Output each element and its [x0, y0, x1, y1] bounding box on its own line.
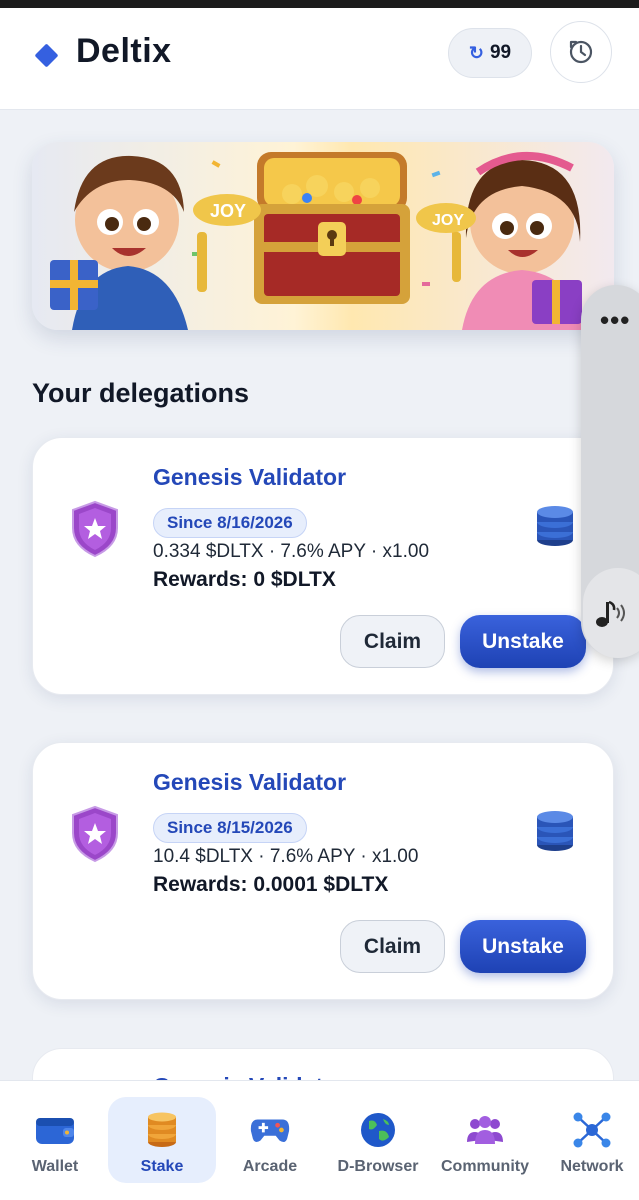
- coin-stack-icon: [535, 809, 575, 858]
- unstake-button[interactable]: Unstake: [460, 615, 586, 668]
- stake-details: 10.4 $DLTX · 7.6% APY · x1.00: [153, 846, 419, 867]
- gamepad-icon: [250, 1111, 290, 1149]
- globe-icon: [358, 1111, 398, 1149]
- since-badge: Since 8/16/2026: [153, 508, 307, 538]
- nav-label: D-Browser: [337, 1158, 419, 1175]
- nav-label: Network: [560, 1158, 624, 1175]
- rewards-text: Rewards: 0.0001 $DLTX: [153, 873, 389, 896]
- history-icon: [569, 40, 593, 64]
- audio-toggle-button[interactable]: [583, 568, 639, 658]
- more-options-icon[interactable]: •••: [600, 305, 630, 336]
- validator-shield-icon: [69, 805, 121, 868]
- network-icon: [572, 1111, 612, 1149]
- nav-label: Wallet: [31, 1158, 79, 1175]
- diamond-logo-icon: [34, 43, 59, 68]
- delegation-card: Genesis Validator Since 8/16/2026 0.334 …: [32, 437, 614, 695]
- refresh-icon: ↻: [468, 42, 484, 63]
- delegation-card: Genesis Validator Since 8/15/2026 10.4 $…: [32, 742, 614, 1000]
- unstake-button[interactable]: Unstake: [460, 920, 586, 973]
- nav-item-network[interactable]: Network: [552, 1081, 632, 1200]
- counter-value: 99: [489, 42, 512, 63]
- nav-item-stake[interactable]: Stake: [120, 1081, 204, 1200]
- coin-stack-icon: [535, 504, 575, 553]
- section-title-delegations: Your delegations: [32, 378, 250, 408]
- nav-item-arcade[interactable]: Arcade: [228, 1081, 312, 1200]
- claim-button[interactable]: Claim: [340, 920, 445, 973]
- status-bar: [0, 0, 639, 8]
- history-button[interactable]: [550, 21, 612, 83]
- wallet-icon: [35, 1111, 75, 1149]
- banner-joy-right: JOY: [432, 212, 464, 229]
- banner-joy-left: JOY: [210, 201, 246, 221]
- music-note-icon: [596, 600, 625, 627]
- validator-name: Genesis Validator: [153, 464, 347, 490]
- validator-shield-icon: [69, 500, 121, 563]
- nav-label: Community: [441, 1158, 529, 1175]
- nav-label: Arcade: [242, 1158, 298, 1175]
- nav-label: Stake: [140, 1158, 184, 1175]
- promo-banner[interactable]: JOY JOY: [32, 142, 614, 330]
- bottom-nav: Wallet Stake Arcade D-Browser Community …: [0, 1080, 639, 1200]
- coin-stack-icon: [142, 1111, 182, 1149]
- refresh-counter-button[interactable]: ↻ 99: [448, 28, 532, 78]
- validator-name: Genesis Validator: [153, 769, 347, 795]
- since-badge: Since 8/15/2026: [153, 813, 307, 843]
- nav-item-community[interactable]: Community: [436, 1081, 534, 1200]
- claim-button[interactable]: Claim: [340, 615, 445, 668]
- stake-details: 0.334 $DLTX · 7.6% APY · x1.00: [153, 541, 430, 562]
- app-title: Deltix: [76, 32, 172, 70]
- nav-item-wallet[interactable]: Wallet: [14, 1081, 96, 1200]
- people-icon: [465, 1111, 505, 1149]
- app-header: Deltix ↻ 99: [0, 8, 639, 110]
- rewards-text: Rewards: 0 $DLTX: [153, 568, 336, 591]
- nav-item-d-browser[interactable]: D-Browser: [332, 1081, 424, 1200]
- banner-illustration: JOY JOY: [50, 151, 588, 330]
